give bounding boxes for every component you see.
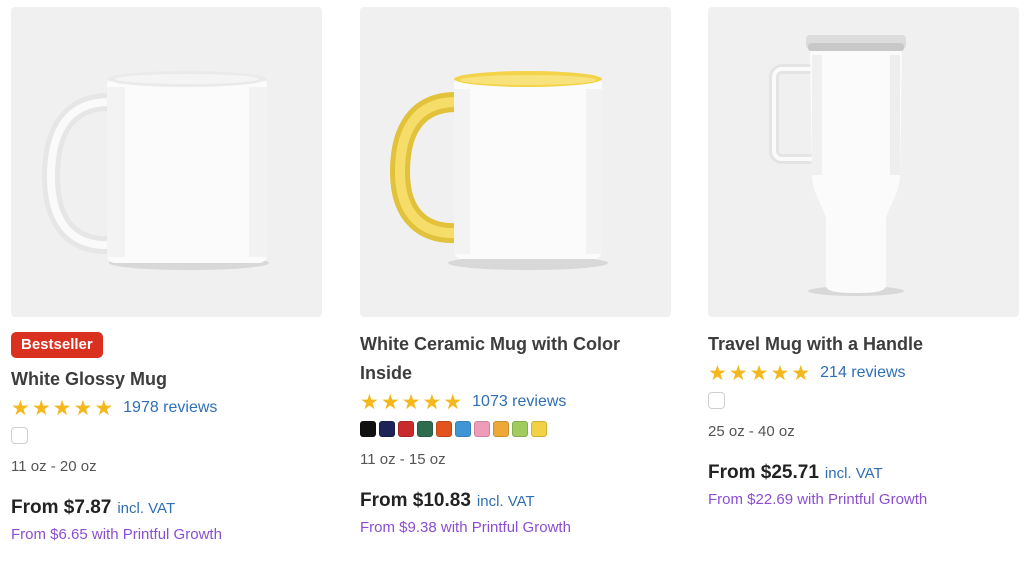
product-card-white-glossy-mug[interactable]: Bestseller White Glossy Mug ★ ★ ★ ★ ★ 19…: [11, 7, 322, 543]
vat-note: incl. VAT: [476, 493, 535, 510]
color-swatch[interactable]: [379, 421, 395, 437]
price-row: From $25.71 incl. VAT: [708, 462, 1019, 484]
star-rating: ★ ★ ★ ★ ★: [11, 396, 114, 420]
color-swatch-white[interactable]: [708, 392, 725, 409]
product-image-travel-mug[interactable]: [708, 7, 1019, 317]
growth-price[interactable]: From $9.38 with Printful Growth: [360, 519, 671, 536]
star-icon: ★: [422, 390, 442, 414]
star-icon: ★: [728, 361, 748, 385]
product-price: From $25.71: [708, 462, 819, 483]
color-swatch[interactable]: [455, 421, 471, 437]
product-card-travel-mug[interactable]: Travel Mug with a Handle ★ ★ ★ ★ ★ 214 r…: [708, 7, 1019, 508]
white-glossy-mug-illustration: [41, 71, 269, 270]
color-swatch[interactable]: [398, 421, 414, 437]
product-title[interactable]: Travel Mug with a Handle: [708, 330, 1019, 359]
product-image-white-glossy-mug[interactable]: [11, 7, 322, 317]
product-title[interactable]: White Ceramic Mug with Color Inside: [360, 330, 671, 388]
color-swatch-white[interactable]: [11, 427, 28, 444]
price-row: From $7.87 incl. VAT: [11, 497, 322, 519]
color-inside-mug-illustration: [389, 71, 608, 270]
star-icon: ★: [73, 396, 93, 420]
bestseller-badge: Bestseller: [11, 332, 103, 358]
rating-row: ★ ★ ★ ★ ★ 1073 reviews: [360, 388, 671, 416]
star-rating: ★ ★ ★ ★ ★: [360, 390, 463, 414]
star-rating: ★ ★ ★ ★ ★: [708, 361, 811, 385]
product-image-color-inside-mug[interactable]: [360, 7, 671, 317]
star-icon: ★: [770, 361, 790, 385]
rating-row: ★ ★ ★ ★ ★ 214 reviews: [708, 359, 1019, 387]
product-price: From $7.87: [11, 497, 112, 518]
color-swatch[interactable]: [474, 421, 490, 437]
star-icon: ★: [749, 361, 769, 385]
rating-row: ★ ★ ★ ★ ★ 1978 reviews: [11, 394, 322, 422]
vat-note: incl. VAT: [117, 500, 176, 517]
product-title-line-2: Inside: [360, 363, 413, 383]
star-icon: ★: [11, 396, 30, 420]
growth-price[interactable]: From $22.69 with Printful Growth: [708, 491, 1019, 508]
size-range: 11 oz - 15 oz: [360, 451, 446, 468]
product-title[interactable]: White Glossy Mug: [11, 365, 322, 394]
color-swatches: [360, 421, 671, 437]
star-icon: ★: [360, 390, 379, 414]
color-swatch[interactable]: [512, 421, 528, 437]
color-swatch[interactable]: [360, 421, 376, 437]
star-icon: ★: [443, 390, 463, 414]
color-swatch[interactable]: [493, 421, 509, 437]
product-card-color-inside-mug[interactable]: White Ceramic Mug with Color Inside ★ ★ …: [360, 7, 671, 536]
product-title-line-1: White Ceramic Mug with Color: [360, 334, 621, 354]
reviews-link[interactable]: 1978 reviews: [123, 399, 217, 417]
star-icon: ★: [708, 361, 727, 385]
product-grid: Bestseller White Glossy Mug ★ ★ ★ ★ ★ 19…: [0, 0, 1024, 572]
color-swatch[interactable]: [531, 421, 547, 437]
product-price: From $10.83: [360, 490, 471, 511]
star-icon: ★: [401, 390, 421, 414]
travel-mug-illustration: [769, 35, 906, 296]
size-range: 25 oz - 40 oz: [708, 423, 795, 440]
star-icon: ★: [52, 396, 72, 420]
color-swatch[interactable]: [417, 421, 433, 437]
star-icon: ★: [94, 396, 114, 420]
star-icon: ★: [380, 390, 400, 414]
reviews-link[interactable]: 1073 reviews: [472, 393, 566, 411]
color-swatch[interactable]: [436, 421, 452, 437]
growth-price[interactable]: From $6.65 with Printful Growth: [11, 526, 322, 543]
size-range: 11 oz - 20 oz: [11, 458, 97, 475]
price-row: From $10.83 incl. VAT: [360, 490, 671, 512]
vat-note: incl. VAT: [824, 465, 883, 482]
star-icon: ★: [791, 361, 811, 385]
reviews-link[interactable]: 214 reviews: [820, 364, 905, 382]
star-icon: ★: [31, 396, 51, 420]
